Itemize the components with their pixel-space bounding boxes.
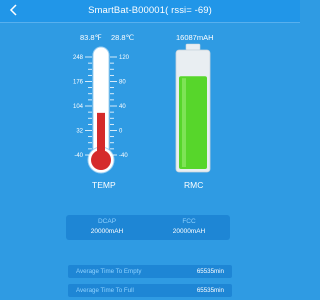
battery-shine <box>182 78 186 167</box>
battery-gauge <box>175 43 211 173</box>
time-to-full-label: Average Time To Full <box>76 287 134 294</box>
time-to-empty-value: 65535min <box>196 268 224 275</box>
time-to-empty-row: Average Time To Empty 65535min <box>68 265 232 278</box>
rmc-caption: RMC <box>184 180 204 190</box>
fcc-label: FCC <box>182 218 196 225</box>
dcap-value: 20000mAH <box>90 228 124 235</box>
time-to-empty-label: Average Time To Empty <box>76 268 142 275</box>
capacity-panel: DCAP 20000mAH FCC 20000mAH <box>66 215 230 240</box>
fcc-value: 20000mAH <box>172 228 206 235</box>
dcap-column: DCAP 20000mAH <box>66 217 148 237</box>
time-to-full-row: Average Time To Full 65535min <box>68 284 232 297</box>
time-to-full-value: 65535min <box>196 287 224 294</box>
battery-cap <box>185 43 201 51</box>
dcap-label: DCAP <box>97 218 117 225</box>
fcc-column: FCC 20000mAH <box>148 217 230 237</box>
temp-caption: TEMP <box>92 180 116 190</box>
